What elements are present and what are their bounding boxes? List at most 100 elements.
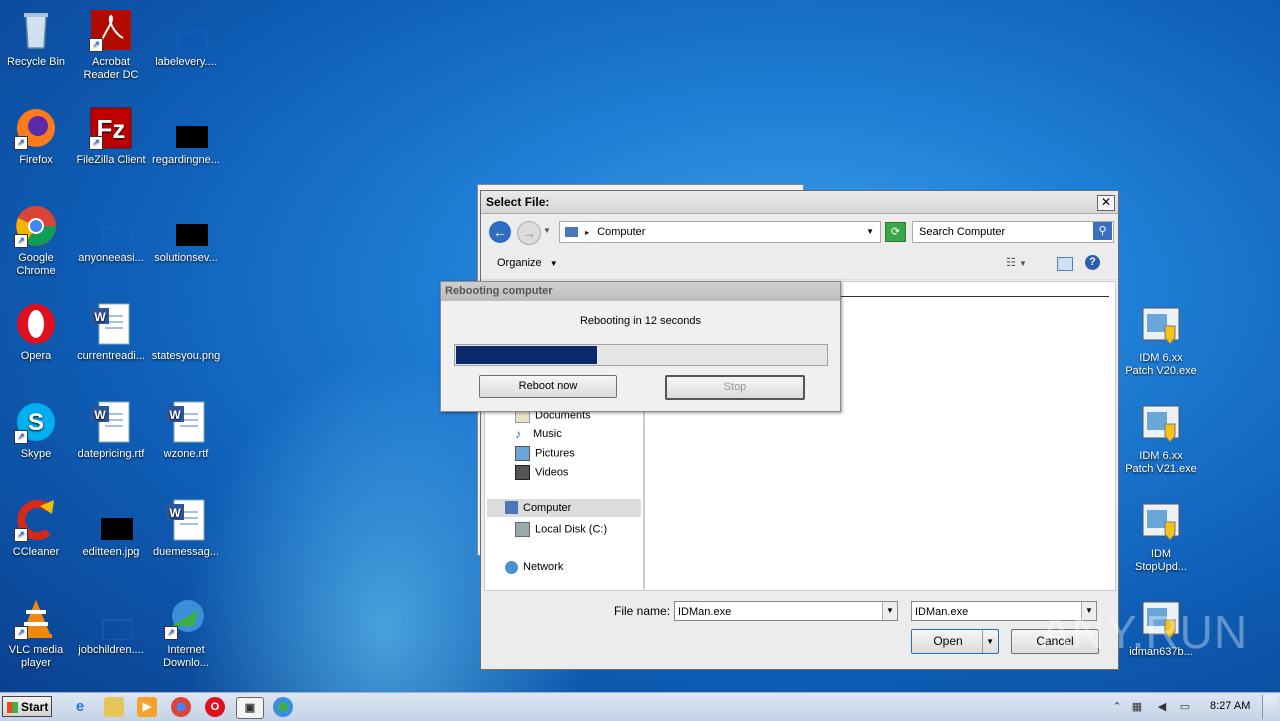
black-image-icon — [164, 204, 222, 248]
nav-item-videos[interactable]: Videos — [515, 465, 568, 480]
desktop-icon-skype[interactable]: S ↗ Skype — [0, 400, 72, 461]
desktop-icon-regardingne[interactable]: regardingne... — [150, 106, 222, 167]
address-dropdown-icon[interactable]: ▼ — [866, 222, 874, 242]
organize-label: Organize — [497, 257, 542, 269]
help-icon: ? — [1089, 256, 1096, 268]
network-tray-icon[interactable]: ▦ — [1130, 700, 1144, 714]
network-icon — [505, 560, 518, 574]
address-bar[interactable]: ▸ Computer ▼ — [559, 221, 881, 243]
media-player-taskbar-icon[interactable]: ▶ — [137, 697, 157, 717]
desktop-icon-wzone[interactable]: W wzone.rtf — [150, 400, 222, 461]
desktop-icon-labelevery[interactable]: labelevery.... — [150, 8, 222, 69]
ie-taskbar-icon[interactable]: e — [70, 697, 90, 717]
desktop-icon-idm-patch-v21[interactable]: IDM 6.xx Patch V21.exe — [1125, 402, 1197, 476]
preview-pane-button[interactable] — [1057, 257, 1073, 271]
acrobat-icon: ↗ — [89, 8, 133, 52]
nav-item-local-disk[interactable]: Local Disk (C:) — [515, 522, 607, 537]
back-button[interactable]: ← — [489, 221, 511, 243]
desktop-icon-opera[interactable]: Opera — [0, 302, 72, 363]
taskbar: Start e ▶ O ▣ ⌃ ▦ ◀ ▭ 8:27 AM — [0, 692, 1280, 721]
drive-icon — [515, 522, 530, 537]
blank-file-icon — [89, 596, 134, 641]
vlc-icon: ↗ — [14, 596, 58, 640]
desktop-icon-solutionsev[interactable]: solutionsev... — [150, 204, 222, 265]
select-file-dialog: Select File: ✕ ← → ▼ ▸ Computer ▼ ⟳ Sear… — [480, 190, 1119, 670]
desktop-icon-duemessag[interactable]: W duemessag... — [150, 498, 222, 559]
installer-icon — [1139, 402, 1183, 446]
nav-item-music[interactable]: ♪ Music — [515, 427, 562, 441]
close-button[interactable]: ✕ — [1097, 195, 1115, 211]
desktop-icon-idm[interactable]: ↗ Internet Downlo... — [150, 596, 222, 670]
desktop-icon-acrobat[interactable]: ↗ Acrobat Reader DC — [75, 8, 147, 82]
stop-label: Stop — [723, 381, 747, 393]
dialog-title: Select File: — [481, 191, 1118, 214]
desktop-icon-currentreadi[interactable]: W currentreadi... — [75, 302, 147, 363]
open-label: Open — [933, 634, 963, 648]
blank-file-icon — [164, 302, 209, 347]
desktop-icon-filezilla[interactable]: Fz ↗ FileZilla Client — [75, 106, 147, 167]
refresh-button[interactable]: ⟳ — [885, 222, 906, 242]
nav-item-network[interactable]: Network — [505, 560, 563, 574]
desktop-icon-jobchildren[interactable]: jobchildren.... — [75, 596, 147, 657]
desktop-icon-anyoneeasi[interactable]: anyoneeasi... — [75, 204, 147, 265]
pictures-icon — [515, 446, 530, 461]
black-image-icon — [164, 106, 222, 150]
svg-text:W: W — [169, 506, 181, 520]
word-doc-icon: W — [164, 400, 208, 444]
shortcut-arrow-icon: ↗ — [89, 38, 103, 52]
word-doc-icon: W — [89, 400, 133, 444]
videos-icon — [515, 465, 530, 480]
clock[interactable]: 8:27 AM — [1210, 700, 1250, 712]
black-image-icon — [89, 498, 145, 542]
music-icon: ♪ — [515, 426, 521, 441]
computer-icon — [505, 501, 518, 515]
opera-taskbar-icon[interactable]: O — [205, 697, 225, 717]
organize-button[interactable]: Organize ▼ — [497, 257, 558, 269]
monitor-tray-icon[interactable]: ▭ — [1178, 700, 1192, 714]
nav-item-pictures[interactable]: Pictures — [515, 446, 575, 461]
desktop-icon-statesyou[interactable]: statesyou.png — [150, 302, 222, 363]
desktop-icon-ccleaner[interactable]: ↗ CCleaner — [0, 498, 72, 559]
search-input[interactable]: Search Computer — [912, 221, 1114, 243]
active-app-taskbar-icon[interactable]: ▣ — [236, 697, 264, 719]
desktop-icon-datepricing[interactable]: W datepricing.rtf — [75, 400, 147, 461]
reboot-now-button[interactable]: Reboot now — [479, 375, 617, 398]
desktop-icon-chrome[interactable]: ↗ Google Chrome — [0, 204, 72, 278]
volume-tray-icon[interactable]: ◀ — [1155, 700, 1169, 714]
chevron-down-icon: ▼ — [1018, 259, 1027, 268]
shortcut-arrow-icon: ↗ — [164, 626, 178, 640]
search-button[interactable]: ⚲ — [1093, 222, 1112, 240]
view-options-button[interactable]: ☷ ▼ — [1006, 256, 1027, 269]
desktop-icon-idm-stopupd[interactable]: IDM StopUpd... — [1125, 500, 1197, 574]
stop-button[interactable]: Stop — [665, 375, 805, 400]
forward-button[interactable]: → — [517, 221, 541, 245]
desktop-icon-editteen[interactable]: editteen.jpg — [75, 498, 147, 559]
opera-icon — [14, 302, 58, 346]
chrome-taskbar-icon[interactable] — [171, 697, 191, 717]
start-button[interactable]: Start — [2, 696, 52, 717]
desktop-icon-recycle-bin[interactable]: Recycle Bin — [0, 8, 72, 69]
idm-taskbar-icon[interactable] — [273, 697, 293, 717]
explorer-taskbar-icon[interactable] — [104, 697, 124, 717]
svg-text:W: W — [94, 310, 106, 324]
nav-item-computer[interactable]: Computer — [487, 499, 641, 517]
open-button[interactable]: Open ▼ — [911, 629, 999, 654]
installer-icon — [1139, 500, 1183, 544]
address-row: ← → ▼ ▸ Computer ▼ ⟳ Search Computer ⚲ — [487, 219, 1114, 245]
history-dropdown-icon[interactable]: ▼ — [543, 226, 551, 235]
reboot-progress-bar — [454, 344, 828, 366]
recycle-bin-icon — [14, 8, 58, 52]
desktop-icon-idm-patch-v20[interactable]: IDM 6.xx Patch V20.exe — [1125, 304, 1197, 378]
chevron-down-icon[interactable]: ▼ — [882, 602, 897, 620]
show-hidden-icons-button[interactable]: ⌃ — [1110, 700, 1124, 714]
desktop-icon-firefox[interactable]: ↗ Firefox — [0, 106, 72, 167]
svg-text:W: W — [94, 408, 106, 422]
show-desktop-button[interactable] — [1262, 695, 1277, 719]
shortcut-arrow-icon: ↗ — [14, 430, 28, 444]
help-button[interactable]: ? — [1085, 255, 1100, 270]
desktop-icon-vlc[interactable]: ↗ VLC media player — [0, 596, 72, 670]
address-text: Computer — [597, 226, 646, 238]
chrome-icon: ↗ — [14, 204, 58, 248]
file-name-input[interactable]: IDMan.exe ▼ — [674, 601, 898, 621]
word-doc-icon: W — [164, 498, 208, 542]
